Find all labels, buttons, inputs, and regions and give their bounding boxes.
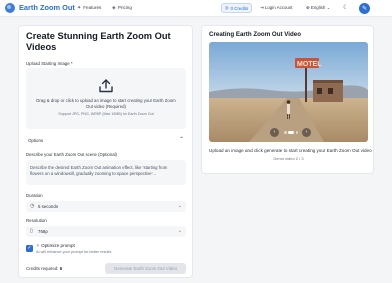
next-arrow-icon[interactable]: ›: [302, 128, 311, 137]
desert-motel-image: MOTEL: [209, 42, 368, 142]
monitor-icon: ▯: [30, 228, 33, 234]
sparkle-icon: ✧: [36, 243, 40, 248]
demo-counter: Demo video 2 / 3: [273, 156, 304, 161]
chevron-down-icon: ⌄: [177, 228, 182, 234]
chevron-down-icon: ⌄: [177, 203, 182, 209]
credits-badge[interactable]: ◎ 0 Credits: [221, 3, 252, 13]
description-label: Describe your Earth Zoom Out scene (Opti…: [26, 152, 117, 157]
previous-arrow-icon[interactable]: ‹: [270, 128, 279, 137]
upload-icon: [99, 79, 113, 93]
sparkle-icon: ✦: [77, 5, 82, 11]
top-navbar: Earth Zoom Out ✦ Features ◈ Pricing ◎ 0 Cre…: [0, 0, 392, 17]
optimize-subtitle: AI will enhance your prompt for better r…: [36, 250, 112, 254]
chevron-up-icon: ⌃: [178, 137, 184, 143]
theme-toggle-icon[interactable]: ☾: [343, 4, 348, 11]
earth-logo-icon[interactable]: [5, 3, 15, 13]
options-toggle[interactable]: Options ⌃: [26, 136, 186, 146]
resolution-select[interactable]: ▯ 768p ⌄: [26, 226, 186, 237]
dropzone-formats: Support JPG, PNG, WEBP (Max 10MB) for Ea…: [58, 112, 154, 116]
duration-value: 6 seconds: [38, 204, 59, 209]
edit-icon[interactable]: ✎: [359, 3, 370, 14]
chevron-down-icon: ⌄: [326, 5, 331, 10]
duration-label: Duration: [26, 193, 43, 198]
optimize-title: ✧ Optimize prompt: [36, 243, 75, 248]
resolution-label: Resolution: [26, 218, 47, 223]
language-select[interactable]: ⊕ English ⌄: [306, 5, 330, 11]
carousel-dot[interactable]: [295, 131, 298, 134]
options-label: Options: [28, 138, 44, 143]
create-video-card: Create Stunning Earth Zoom Out Videos Up…: [18, 25, 193, 278]
motel-sign-text: MOTEL: [297, 61, 322, 68]
coin-icon: ◎: [224, 5, 229, 10]
demo-video-preview[interactable]: MOTEL: [209, 42, 368, 142]
generate-button[interactable]: Generate Earth Zoom Out Video: [105, 263, 186, 274]
login-icon: ⇥: [260, 5, 264, 10]
globe-icon: ⊕: [306, 5, 310, 10]
nav-link-pricing[interactable]: ◈ Pricing: [112, 5, 132, 11]
nav-link-features[interactable]: ✦ Features: [77, 5, 101, 11]
carousel-dot-active[interactable]: [288, 131, 294, 134]
preview-title: Creating Earth Zoom Out Video: [209, 31, 302, 38]
login-button[interactable]: ⇥ Login Account: [260, 5, 293, 11]
preview-instruction: Upload an image and click generate to st…: [209, 148, 372, 153]
optimize-checkbox[interactable]: ✓: [26, 245, 33, 252]
duration-select[interactable]: ◷ 6 seconds ⌄: [26, 201, 186, 212]
credits-required: Credits required: 6: [26, 266, 63, 271]
clock-icon: ◷: [30, 203, 35, 209]
carousel-dots: [284, 131, 298, 134]
image-dropzone[interactable]: Drag & drop or click to upload an image …: [26, 68, 186, 129]
page-title: Create Stunning Earth Zoom Out Videos: [26, 31, 171, 52]
upload-label: Upload Starting Image *: [26, 61, 73, 66]
dropzone-text: Drag & drop or click to upload an image …: [36, 98, 176, 109]
resolution-value: 768p: [38, 229, 48, 234]
brand-name[interactable]: Earth Zoom Out: [19, 3, 75, 12]
preview-card: Creating Earth Zoom Out Video MOTEL ‹ › …: [201, 25, 374, 174]
description-textarea[interactable]: Describe the desired Earth Zoom Out anim…: [26, 160, 186, 185]
tag-icon: ◈: [112, 5, 116, 11]
carousel-dot[interactable]: [284, 131, 287, 134]
